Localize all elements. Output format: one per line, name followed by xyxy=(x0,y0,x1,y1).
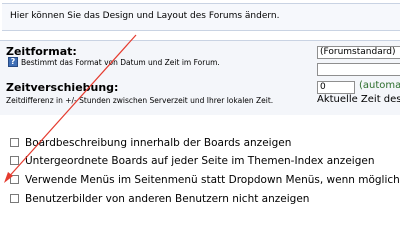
annotation-arrow xyxy=(4,34,137,183)
annotation-arrow-line xyxy=(5,34,137,181)
